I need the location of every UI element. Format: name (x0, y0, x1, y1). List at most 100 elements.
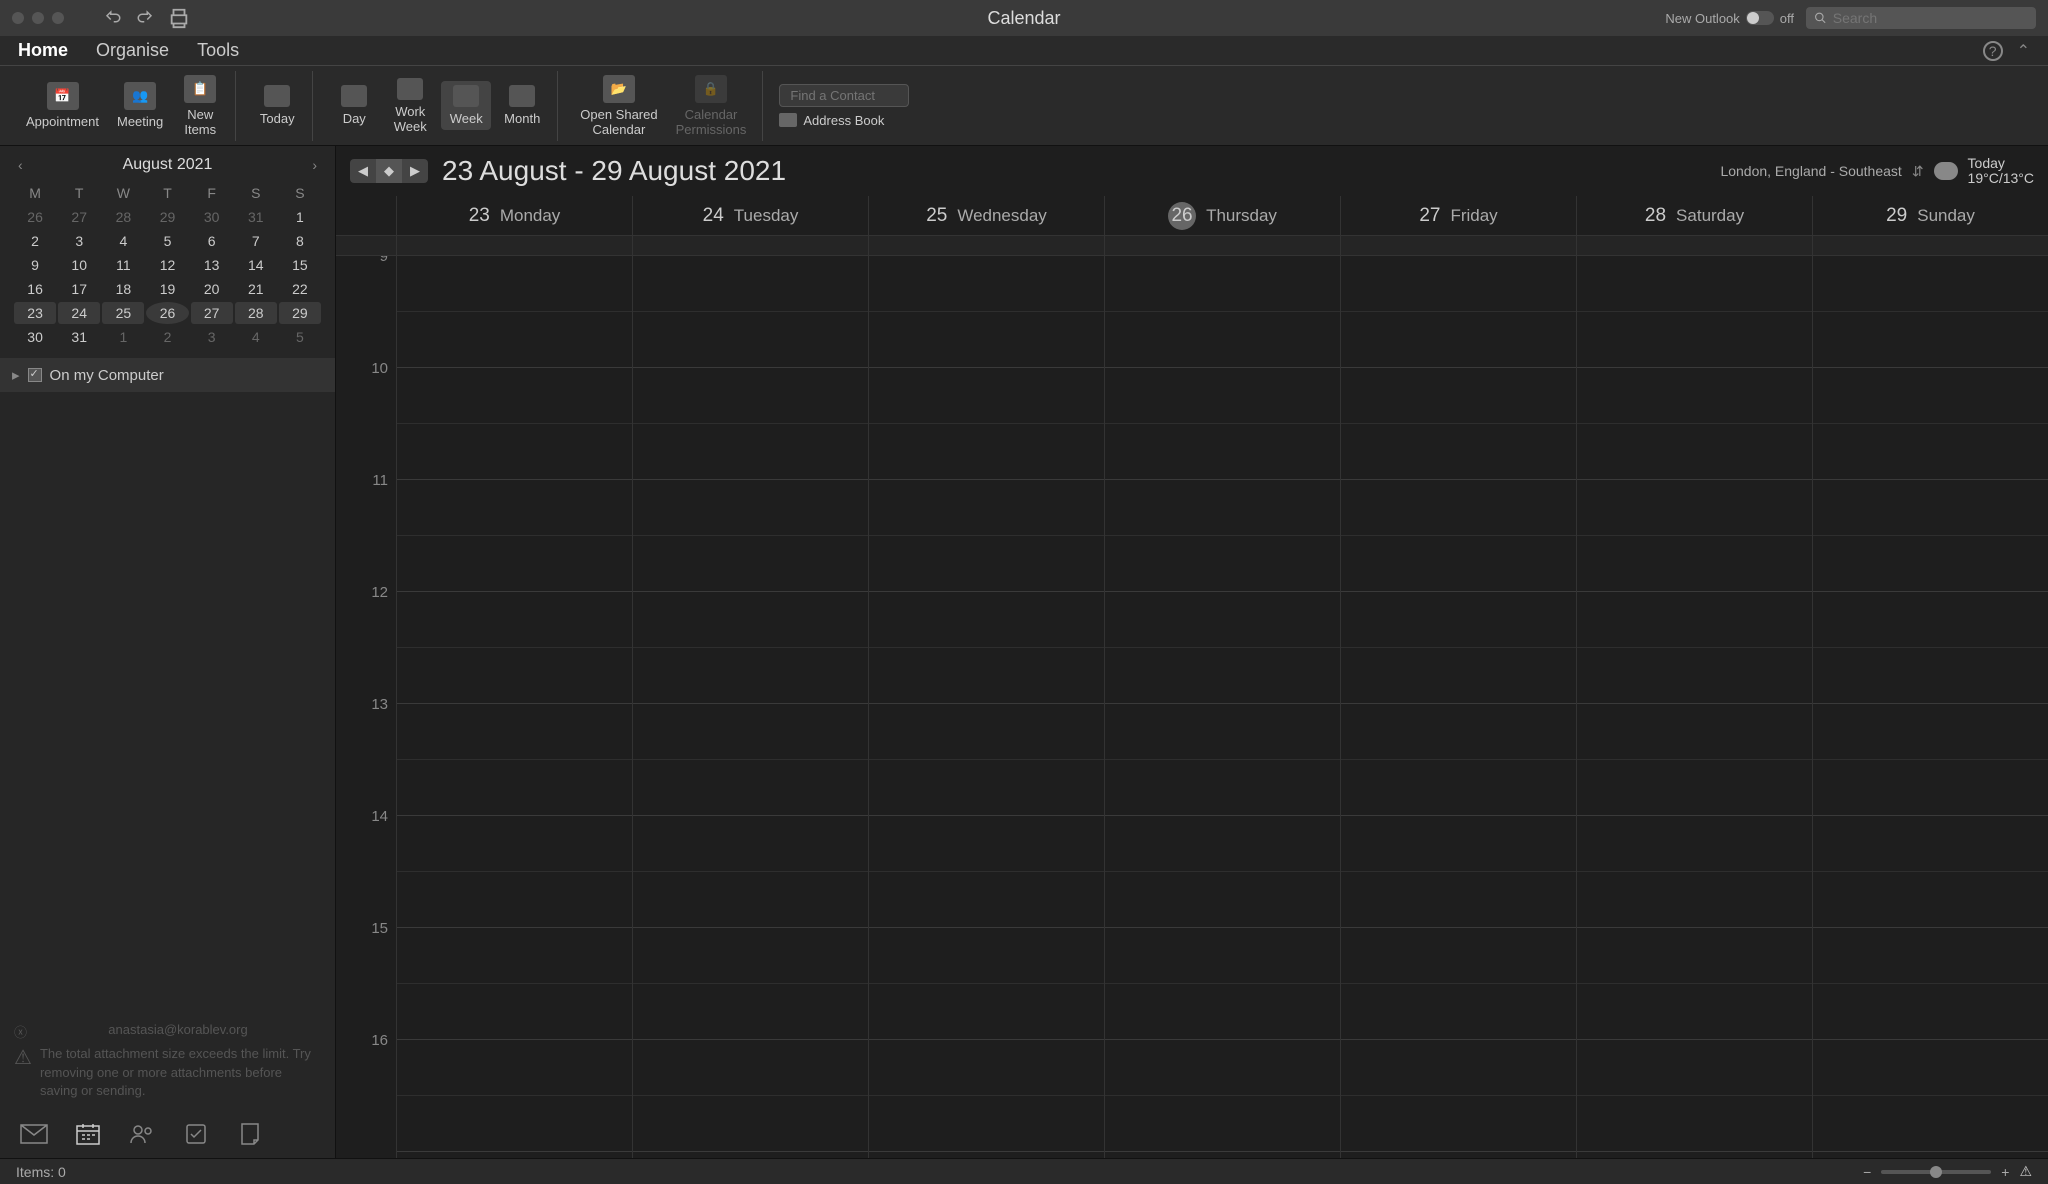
mini-cal-day[interactable]: 26 (146, 302, 188, 324)
mini-cal-day[interactable]: 12 (146, 254, 188, 276)
time-slot[interactable] (869, 760, 1104, 816)
mini-cal-day[interactable]: 28 (102, 206, 144, 228)
collapse-ribbon-icon[interactable]: ⌃ (2017, 41, 2030, 61)
mini-cal-day[interactable]: 18 (102, 278, 144, 300)
time-slot[interactable] (1341, 424, 1576, 480)
maximize-icon[interactable] (52, 12, 64, 24)
time-slot[interactable] (1577, 816, 1812, 872)
mini-cal-day[interactable]: 30 (191, 206, 233, 228)
mini-cal-day[interactable]: 2 (14, 230, 56, 252)
time-slot[interactable] (1577, 648, 1812, 704)
time-slot[interactable] (869, 928, 1104, 984)
time-slot[interactable] (1105, 256, 1340, 312)
mini-cal-day[interactable]: 3 (191, 326, 233, 348)
zoom-slider[interactable] (1881, 1170, 1991, 1174)
time-slot[interactable] (1341, 592, 1576, 648)
time-slot[interactable] (1577, 704, 1812, 760)
time-slot[interactable] (1105, 536, 1340, 592)
time-slot[interactable] (1577, 536, 1812, 592)
time-slot[interactable] (397, 368, 632, 424)
on-my-computer-row[interactable]: ▸ On my Computer (0, 358, 335, 392)
mini-cal-day[interactable]: 4 (235, 326, 277, 348)
time-slot[interactable] (1577, 312, 1812, 368)
undo-icon[interactable] (104, 9, 122, 27)
time-slot[interactable] (1105, 872, 1340, 928)
time-slot[interactable] (1813, 984, 2048, 1040)
time-slot[interactable] (397, 480, 632, 536)
day-header[interactable]: 24Tuesday (632, 196, 868, 235)
mini-cal-day[interactable]: 21 (235, 278, 277, 300)
weather-widget[interactable]: London, England - Southeast ⇵ Today 19°C… (1720, 156, 2034, 187)
time-slot[interactable] (1813, 704, 2048, 760)
time-slot[interactable] (1341, 984, 1576, 1040)
mini-cal-day[interactable]: 8 (279, 230, 321, 252)
mini-cal-day[interactable]: 19 (146, 278, 188, 300)
time-slot[interactable] (1105, 984, 1340, 1040)
zoom-out-icon[interactable]: − (1863, 1164, 1871, 1180)
time-slot[interactable] (397, 816, 632, 872)
calendar-grid[interactable]: 910111213141516 (336, 256, 2048, 1158)
tasks-nav-icon[interactable] (182, 1122, 210, 1146)
time-slot[interactable] (633, 928, 868, 984)
time-slot[interactable] (1577, 592, 1812, 648)
time-slot[interactable] (869, 256, 1104, 312)
time-slot[interactable] (1813, 816, 2048, 872)
mini-cal-day[interactable]: 1 (102, 326, 144, 348)
time-slot[interactable] (1813, 480, 2048, 536)
time-slot[interactable] (397, 592, 632, 648)
time-slot[interactable] (397, 760, 632, 816)
day-column[interactable] (1812, 256, 2048, 1158)
time-slot[interactable] (869, 368, 1104, 424)
day-column[interactable] (632, 256, 868, 1158)
month-button[interactable]: Month (497, 81, 547, 130)
time-slot[interactable] (869, 312, 1104, 368)
mini-cal-day[interactable]: 13 (191, 254, 233, 276)
new-items-button[interactable]: 📋New Items (175, 71, 225, 141)
time-slot[interactable] (1341, 368, 1576, 424)
mini-cal-day[interactable]: 20 (191, 278, 233, 300)
mini-cal-day[interactable]: 5 (146, 230, 188, 252)
time-slot[interactable] (1105, 312, 1340, 368)
time-slot[interactable] (869, 592, 1104, 648)
time-slot[interactable] (1341, 1040, 1576, 1096)
time-slot[interactable] (869, 984, 1104, 1040)
time-slot[interactable] (633, 648, 868, 704)
time-slot[interactable] (1577, 760, 1812, 816)
day-header[interactable]: 23Monday (396, 196, 632, 235)
prev-week-icon[interactable]: ◀ (350, 159, 376, 183)
mini-cal-day[interactable]: 31 (235, 206, 277, 228)
day-column[interactable] (1104, 256, 1340, 1158)
time-slot[interactable] (633, 592, 868, 648)
time-slot[interactable] (1813, 760, 2048, 816)
time-slot[interactable] (1577, 424, 1812, 480)
time-slot[interactable] (397, 928, 632, 984)
time-slot[interactable] (1105, 760, 1340, 816)
new-outlook-toggle[interactable]: New Outlook off (1665, 11, 1794, 26)
time-slot[interactable] (869, 424, 1104, 480)
tab-organise[interactable]: Organise (96, 40, 169, 61)
zoom-in-icon[interactable]: + (2001, 1164, 2009, 1180)
time-slot[interactable] (1577, 1096, 1812, 1152)
toggle-pill-icon[interactable] (1746, 11, 1774, 25)
week-button[interactable]: Week (441, 81, 491, 130)
next-week-icon[interactable]: ▶ (402, 159, 428, 183)
sync-warning-icon[interactable]: ⚠ (2019, 1163, 2032, 1180)
time-slot[interactable] (1341, 312, 1576, 368)
time-slot[interactable] (1105, 928, 1340, 984)
time-slot[interactable] (1813, 872, 2048, 928)
mini-cal-day[interactable]: 26 (14, 206, 56, 228)
mini-cal-day[interactable]: 29 (146, 206, 188, 228)
mini-cal-day[interactable]: 5 (279, 326, 321, 348)
mini-cal-day[interactable]: 6 (191, 230, 233, 252)
next-month-icon[interactable]: › (312, 157, 317, 173)
people-nav-icon[interactable] (128, 1122, 156, 1146)
time-slot[interactable] (1105, 1096, 1340, 1152)
time-slot[interactable] (1813, 256, 2048, 312)
time-slot[interactable] (633, 704, 868, 760)
time-slot[interactable] (1813, 928, 2048, 984)
mini-cal-day[interactable]: 2 (146, 326, 188, 348)
mini-cal-day[interactable]: 14 (235, 254, 277, 276)
mini-cal-day[interactable]: 16 (14, 278, 56, 300)
prev-month-icon[interactable]: ‹ (18, 157, 23, 173)
time-slot[interactable] (1105, 1040, 1340, 1096)
